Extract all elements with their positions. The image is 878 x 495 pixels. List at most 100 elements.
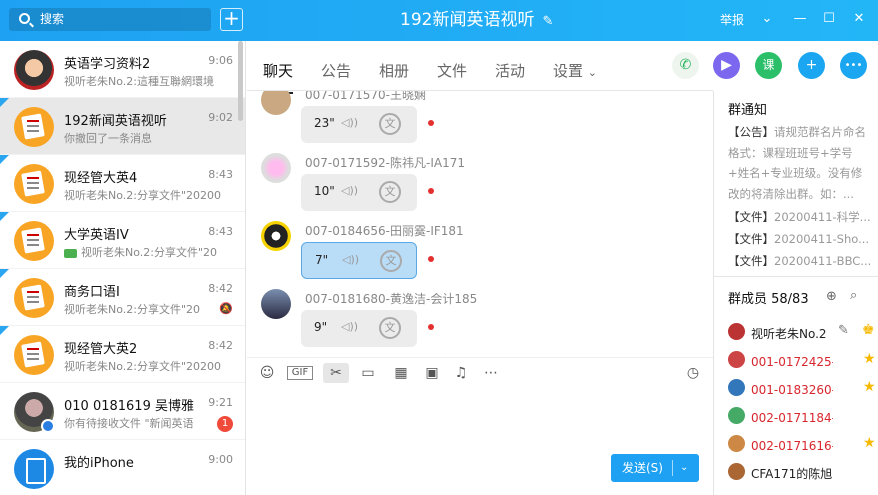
sender-name[interactable]: 007-0184656-田丽霙-IF181 xyxy=(305,222,464,239)
conversation-item[interactable]: 我的iPhone 9:00 xyxy=(0,440,245,495)
translate-icon[interactable]: 文 xyxy=(379,113,401,135)
conversation-item[interactable]: 商务口语I 8:42 视听老朱No.2:分享文件"20 🔕 xyxy=(0,269,245,326)
history-icon[interactable]: ◷ xyxy=(683,363,703,383)
search-input[interactable]: 搜索 xyxy=(9,8,211,31)
member-avatar xyxy=(728,379,745,396)
apps-icon[interactable]: ▦ xyxy=(391,363,411,383)
file-item[interactable]: 【文件】20200411-Sho... xyxy=(728,231,872,247)
avatar xyxy=(14,278,54,318)
image-icon[interactable]: ▣ xyxy=(422,363,442,383)
video-call-icon[interactable]: ▶ xyxy=(713,52,740,79)
conversation-time: 8:42 xyxy=(208,282,233,295)
edit-icon[interactable]: ✎ xyxy=(838,323,849,338)
unplayed-dot xyxy=(428,120,434,126)
member-item[interactable]: 001-0183260-何 ★ xyxy=(728,378,876,398)
sender-avatar[interactable] xyxy=(261,91,291,115)
dropdown-icon[interactable]: ⌄ xyxy=(758,10,776,28)
translate-icon[interactable]: 文 xyxy=(379,181,401,203)
message-input[interactable] xyxy=(247,385,713,449)
conversation-name: 大学英语IV xyxy=(64,228,129,243)
conversation-item[interactable]: 大学英语IV 8:43 视听老朱No.2:分享文件"20 xyxy=(0,212,245,269)
voice-message[interactable]: 10" ◁)) 文 xyxy=(301,174,417,211)
gif-icon[interactable]: GIF xyxy=(287,366,313,380)
message-area: 007-0171570-王晓娴 23" ◁)) 文 007-0171592-陈祎凡-IA… xyxy=(247,91,713,353)
voice-wave-icon: ◁)) xyxy=(341,184,359,197)
unplayed-dot xyxy=(428,188,434,194)
minimize-button[interactable]: — xyxy=(791,10,809,28)
conversation-time: 9:06 xyxy=(208,54,233,67)
voice-message[interactable]: 23" ◁)) 文 xyxy=(301,106,417,143)
chevron-down-icon: ⌄ xyxy=(587,66,598,79)
sender-name[interactable]: 007-0181680-黄逸洁-会计185 xyxy=(305,290,477,307)
translate-icon[interactable]: 文 xyxy=(380,250,402,272)
chat-tabs: 聊天 公告 相册 文件 活动 设置 ⌄ xyxy=(247,41,713,94)
tab-files[interactable]: 文件 xyxy=(437,60,467,81)
tab-announcement[interactable]: 公告 xyxy=(321,60,351,81)
conversation-item[interactable]: 现经管大英2 8:42 视听老朱No.2:分享文件"20200 xyxy=(0,326,245,383)
voice-message[interactable]: 9" ◁)) 文 xyxy=(301,310,417,347)
more-tools-icon[interactable]: ⋯ xyxy=(481,363,501,383)
conversation-item[interactable]: 英语学习资料2 9:06 视听老朱No.2:這種互聯網環境 xyxy=(0,41,245,98)
conversation-time: 9:02 xyxy=(208,111,233,124)
send-button[interactable]: 发送(S) ⌄ xyxy=(611,454,699,482)
scrollbar[interactable] xyxy=(238,41,243,121)
member-item[interactable]: 002-0171184-孙雨 xyxy=(728,406,876,426)
member-name: 001-0183260-何 xyxy=(751,383,833,397)
voice-message[interactable]: 7" ◁)) 文 xyxy=(301,242,417,279)
member-count: 群成员 58/83 xyxy=(728,292,809,307)
close-button[interactable]: ✕ xyxy=(850,10,868,28)
tab-settings[interactable]: 设置 ⌄ xyxy=(553,60,597,81)
sender-name[interactable]: 007-0171592-陈祎凡-IA171 xyxy=(305,154,465,171)
input-toolbar: ☺ GIF ✂ ▭ ▦ ▣ ♫ ⋯ ◷ xyxy=(247,357,713,385)
sender-avatar[interactable] xyxy=(261,289,291,319)
file-item[interactable]: 【文件】20200411-科学... xyxy=(728,209,872,225)
report-button[interactable]: 举报 xyxy=(720,11,744,28)
conversation-preview: 你撤回了一条消息 xyxy=(64,132,152,145)
member-item[interactable]: 视听老朱No.2 ✎ ♚ xyxy=(728,322,876,342)
video-icon xyxy=(64,248,77,258)
chat-bubble-icon[interactable]: + xyxy=(798,52,825,79)
file-item[interactable]: 【文件】20200411-BBC... xyxy=(728,253,872,269)
course-icon[interactable]: 课 xyxy=(755,52,782,79)
conversation-time: 8:43 xyxy=(208,225,233,238)
member-avatar xyxy=(728,435,745,452)
sender-avatar[interactable] xyxy=(261,153,291,183)
conversation-item[interactable]: 现经管大英4 8:43 视听老朱No.2:分享文件"20200 xyxy=(0,155,245,212)
voice-duration: 7" xyxy=(315,253,329,267)
tab-activity[interactable]: 活动 xyxy=(495,60,525,81)
member-add-icon[interactable]: ⊕ xyxy=(826,289,837,304)
emoji-icon[interactable]: ☺ xyxy=(257,363,277,383)
member-item[interactable]: 001-0172425-赵 ★ xyxy=(728,350,876,370)
bell-icon[interactable]: ♫ xyxy=(451,363,471,383)
conversation-preview: 你有待接收文件 "新闻英语 xyxy=(64,417,194,430)
send-options-icon[interactable]: ⌄ xyxy=(680,454,688,482)
notice-text[interactable]: 【公告】请规范群名片命名格式：课程班班号+学号+姓名+专业班级。没有修改的将清除… xyxy=(728,122,872,206)
member-name: 视听老朱No.2 xyxy=(751,327,827,341)
conversation-preview: 视听老朱No.2:分享文件"20200 xyxy=(64,189,222,202)
scissors-icon[interactable]: ✂ xyxy=(323,363,349,383)
message-row: 007-0171592-陈祎凡-IA171 10" ◁)) 文 xyxy=(247,149,707,211)
group-title[interactable]: 192新闻英语视听 ✎ xyxy=(400,8,553,32)
translate-icon[interactable]: 文 xyxy=(379,317,401,339)
conversation-item[interactable]: 192新闻英语视听 9:02 你撤回了一条消息 xyxy=(0,98,245,155)
pin-marker xyxy=(0,212,9,221)
folder-icon[interactable]: ▭ xyxy=(358,363,378,383)
add-button[interactable]: + xyxy=(220,8,243,31)
send-divider xyxy=(672,460,673,476)
search-placeholder: 搜索 xyxy=(40,12,65,26)
member-item[interactable]: 002-0171616-黄 ★ xyxy=(728,434,876,454)
sender-name[interactable]: 007-0171570-王晓娴 xyxy=(305,91,426,103)
sender-avatar[interactable] xyxy=(261,221,291,251)
tab-album[interactable]: 相册 xyxy=(379,60,409,81)
conversation-list[interactable]: 英语学习资料2 9:06 视听老朱No.2:這種互聯網環境 192新闻英语视听 9:02… xyxy=(0,41,246,495)
member-search-icon[interactable]: ⌕ xyxy=(850,288,857,303)
edit-icon[interactable]: ✎ xyxy=(542,10,553,34)
conversation-item[interactable]: 010 0181619 吴博雅 9:21 你有待接收文件 "新闻英语 1 xyxy=(0,383,245,440)
avatar xyxy=(14,221,54,261)
phone-call-icon[interactable]: ✆ xyxy=(672,52,699,79)
more-icon[interactable]: ••• xyxy=(840,52,867,79)
maximize-button[interactable]: ☐ xyxy=(820,10,838,28)
member-item[interactable]: CFA171的陈旭 xyxy=(728,462,876,482)
tab-chat[interactable]: 聊天 xyxy=(263,60,294,94)
group-info-panel: 群通知 【公告】请规范群名片命名格式：课程班班号+学号+姓名+专业班级。没有修改… xyxy=(713,91,878,495)
